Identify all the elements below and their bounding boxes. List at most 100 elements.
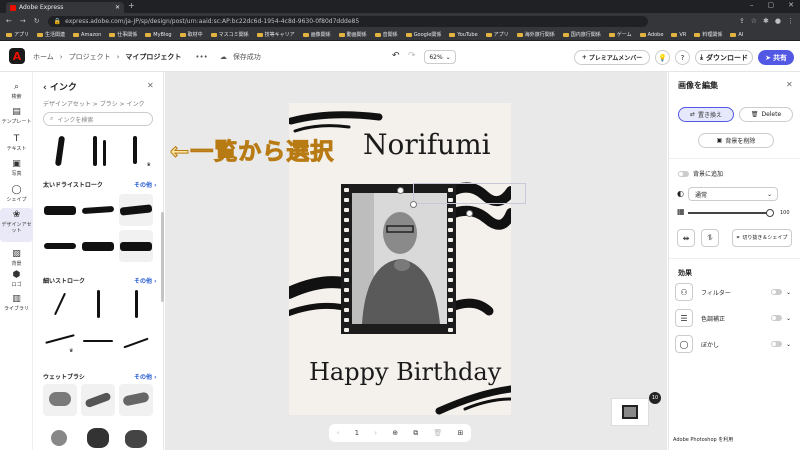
ink-tile[interactable]: ♛ — [119, 134, 153, 170]
bookmark-item[interactable]: 仕事関係 — [109, 31, 137, 38]
opacity-slider[interactable] — [688, 212, 770, 214]
undo-button[interactable]: ↶ — [392, 51, 400, 61]
blend-mode-select[interactable]: 通常 ⌄ — [688, 187, 778, 201]
close-window-icon[interactable]: ✕ — [788, 1, 794, 9]
more-link[interactable]: その他 › — [134, 180, 157, 189]
rail-item-logo[interactable]: ⬢ ロゴ — [0, 268, 33, 290]
ink-tile[interactable] — [43, 422, 77, 454]
zoom-select[interactable]: 62% ⌄ — [424, 50, 456, 64]
rail-item-text[interactable]: T テキスト — [0, 132, 33, 154]
bookmark-item[interactable]: 画像関係 — [302, 31, 331, 38]
bookmark-item[interactable]: 料理関係 — [694, 31, 722, 38]
ink-tile[interactable] — [119, 288, 153, 320]
help-icon[interactable]: ? — [675, 50, 690, 65]
ink-tile[interactable] — [119, 324, 153, 356]
browser-tab[interactable]: Adobe Express ✕ — [6, 2, 124, 13]
rail-item-design-assets[interactable]: ❀ デザインアセット — [0, 208, 33, 242]
ink-tile[interactable] — [81, 324, 115, 356]
crop-and-shape-button[interactable]: ⌗ 切り抜き＆シェイプ — [732, 229, 792, 247]
bookmark-item[interactable]: 海外旅行関係 — [516, 31, 555, 38]
bookmark-star-icon[interactable]: ☆ — [751, 17, 757, 25]
bookmark-item[interactable]: Google関係 — [405, 31, 441, 38]
chevron-down-icon[interactable]: ⌄ — [786, 341, 791, 348]
breadcrumb-home[interactable]: ホーム — [33, 52, 54, 62]
selection-box[interactable] — [413, 183, 526, 204]
lightbulb-icon[interactable]: 💡 — [655, 50, 670, 65]
bookmark-item[interactable]: VR — [671, 32, 686, 38]
grid-view-icon[interactable]: ⊞ — [457, 429, 463, 437]
more-options-button[interactable]: ••• — [195, 53, 207, 61]
profile-icon[interactable]: ● — [775, 17, 781, 25]
more-link[interactable]: その他 › — [134, 276, 157, 285]
ink-tile[interactable] — [43, 230, 77, 262]
bookmark-item[interactable]: Adobe — [639, 32, 663, 38]
ink-tile[interactable] — [43, 288, 77, 320]
remove-background-button[interactable]: ▣ 背景を削除 — [698, 133, 774, 148]
chevron-down-icon[interactable]: ⌄ — [786, 289, 791, 296]
rail-item-background[interactable]: ▨ 背景 — [0, 247, 33, 269]
close-panel-icon[interactable]: ✕ — [786, 80, 793, 89]
ink-tile[interactable] — [119, 230, 153, 262]
forward-icon[interactable]: → — [20, 17, 26, 25]
panel-title[interactable]: ‹ インク — [43, 80, 77, 93]
bookmark-item[interactable]: 国内旅行関係 — [562, 31, 601, 38]
duplicate-page-icon[interactable]: ⧉ — [413, 429, 418, 438]
bookmark-item[interactable]: アプリ — [485, 31, 509, 38]
replace-button[interactable]: ⇄ 置き換え — [678, 107, 734, 122]
download-button[interactable]: ⤓ ダウンロード — [695, 50, 753, 65]
url-input[interactable]: 🔒 express.adobe.com/ja-JP/sp/design/post… — [47, 15, 648, 27]
bookmark-item[interactable]: Amazon — [73, 32, 101, 38]
bookmark-item[interactable]: 音関係 — [374, 31, 398, 38]
bookmark-item[interactable]: 生活関連 — [37, 31, 65, 38]
ink-tile[interactable] — [119, 422, 153, 454]
close-tab-icon[interactable]: ✕ — [115, 4, 120, 11]
portrait-photo[interactable] — [352, 193, 447, 324]
rail-item-shape[interactable]: ◯ シェイプ — [0, 183, 33, 205]
redo-button[interactable]: ↷ — [408, 51, 416, 61]
ink-tile[interactable] — [119, 194, 153, 226]
card-message-text[interactable]: Happy Birthday — [309, 358, 501, 386]
more-link[interactable]: その他 › — [134, 372, 157, 381]
flip-horizontal-icon[interactable]: ⇹ — [677, 229, 695, 247]
ink-tile[interactable] — [43, 194, 77, 226]
panel-scrollbar[interactable] — [161, 212, 164, 302]
ink-tile[interactable] — [43, 134, 77, 170]
toggle-switch[interactable] — [770, 289, 782, 295]
share-button[interactable]: ➤ 共有 — [758, 50, 794, 65]
card-name-text[interactable]: Norifumi — [363, 128, 491, 161]
delete-page-icon[interactable]: 🗑 — [433, 429, 442, 437]
reload-icon[interactable]: ↻ — [34, 17, 40, 25]
new-tab-icon[interactable]: + — [128, 1, 135, 10]
ink-search-input[interactable]: ⌕ インクを検索 — [43, 112, 153, 126]
ink-tile[interactable] — [119, 384, 153, 416]
prev-page-icon[interactable]: ‹ — [337, 429, 340, 437]
opacity-slider-knob[interactable] — [766, 209, 774, 217]
effect-row-adjustments[interactable]: ☰ 色調補正 ⌄ — [675, 309, 791, 327]
bookmark-item[interactable]: 動画関係 — [338, 31, 367, 38]
ink-tile[interactable] — [81, 230, 115, 262]
chevron-down-icon[interactable]: ⌄ — [786, 315, 791, 322]
add-to-background-toggle[interactable]: 背景に追加 — [678, 169, 723, 178]
rotate-handle-icon[interactable] — [466, 210, 473, 217]
bookmark-item[interactable]: YouTube — [449, 32, 478, 38]
adobe-express-logo[interactable]: A — [9, 48, 25, 64]
toggle-switch[interactable] — [678, 170, 689, 177]
premium-member-button[interactable]: + プレミアムメンバー — [574, 50, 650, 65]
ink-tile[interactable] — [81, 288, 115, 320]
bookmark-item[interactable]: 取材中 — [179, 31, 203, 38]
toggle-switch[interactable] — [770, 341, 782, 347]
ink-tile[interactable] — [43, 384, 77, 416]
breadcrumb-my-projects[interactable]: マイプロジェクト — [125, 52, 181, 62]
bookmark-item[interactable]: MyBlog — [145, 32, 172, 38]
back-icon[interactable]: ← — [6, 17, 12, 25]
minimize-icon[interactable]: – — [750, 1, 754, 9]
effect-row-filter[interactable]: ⚇ フィルター ⌄ — [675, 283, 791, 301]
menu-icon[interactable]: ⋮ — [787, 17, 794, 25]
rail-item-template[interactable]: ▤ テンプレート — [0, 105, 33, 127]
close-panel-icon[interactable]: ✕ — [147, 81, 154, 90]
ink-tile[interactable] — [81, 422, 115, 454]
rail-item-search[interactable]: ⌕ 検索 — [0, 80, 33, 102]
page-thumbnail[interactable] — [611, 398, 649, 426]
add-handle-icon[interactable] — [397, 187, 404, 194]
ink-tile[interactable] — [81, 384, 115, 416]
